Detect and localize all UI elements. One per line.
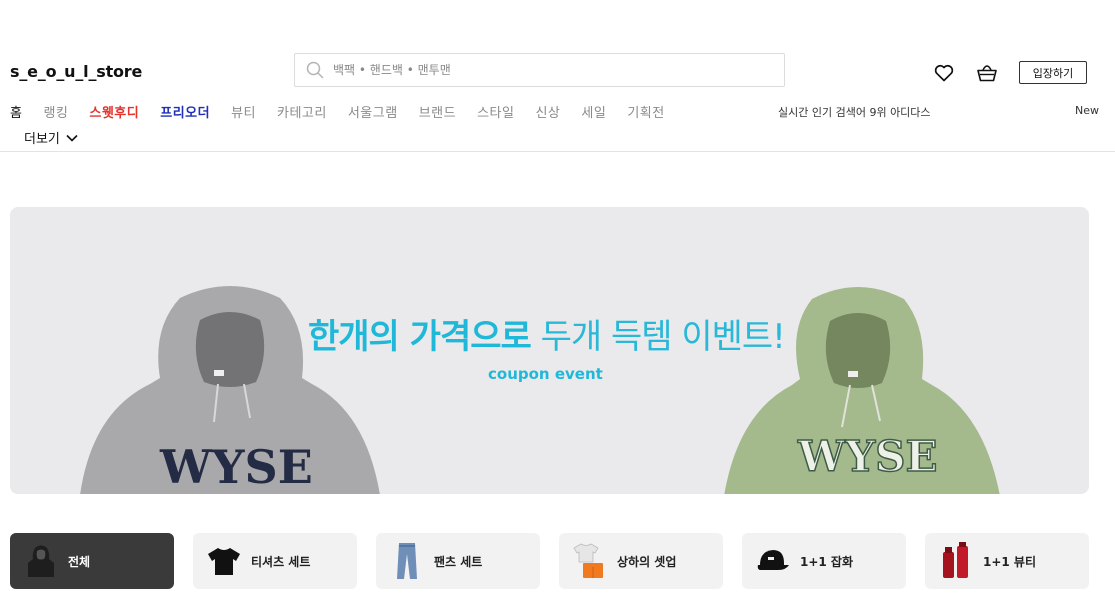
hoodie-print-text: WYSE: [797, 432, 938, 481]
beauty-thumb-icon: [939, 541, 973, 581]
main-nav: 홈 랭킹 스웻후디 프리오더 뷰티 카테고리 서울그램 브랜드 스타일 신상 세…: [10, 102, 686, 121]
category-pants-set-button[interactable]: 팬츠 세트: [376, 533, 540, 589]
nav-item-preorder[interactable]: 프리오더: [160, 102, 210, 121]
nav-item-home[interactable]: 홈: [10, 102, 22, 121]
shopping-bag-icon[interactable]: [974, 60, 1000, 86]
category-filter-row: 전체 티셔츠 세트 팬츠 세트 상하의 셋업 1+1 잡화 1+1 뷰티: [10, 533, 1108, 589]
banner-subtitle: coupon event: [488, 365, 603, 383]
new-link[interactable]: New: [1075, 104, 1099, 117]
nav-item-brand[interactable]: 브랜드: [419, 102, 456, 121]
green-hoodie-image: WYSE: [724, 287, 1000, 494]
realtime-search-ticker[interactable]: 실시간 인기 검색어 9위 아디다스: [778, 104, 931, 120]
hoodie-thumb-icon: [24, 541, 58, 581]
search-input[interactable]: [333, 63, 753, 77]
promo-banner[interactable]: WYSE 한개의 가격으로 두개 득템 이벤트! coupon event WY…: [10, 207, 1089, 494]
category-label: 티셔츠 세트: [251, 554, 311, 569]
category-tshirt-set-button[interactable]: 티셔츠 세트: [193, 533, 357, 589]
category-label: 1+1 뷰티: [983, 554, 1037, 569]
nav-item-beauty[interactable]: 뷰티: [231, 102, 256, 121]
site-header: s_e_o_u_l_store 입장하기 홈 랭킹 스웻후디 프리오더 뷰티 카…: [0, 0, 1115, 152]
nav-item-exhibition[interactable]: 기획전: [627, 102, 664, 121]
more-menu[interactable]: 더보기: [24, 128, 78, 147]
pants-thumb-icon: [390, 541, 424, 581]
nav-item-sweat-hoodie[interactable]: 스웻후디: [89, 102, 139, 121]
category-all-button[interactable]: 전체: [10, 533, 174, 589]
category-label: 상하의 셋업: [617, 554, 677, 569]
category-beauty-button[interactable]: 1+1 뷰티: [925, 533, 1089, 589]
category-label: 1+1 잡화: [800, 554, 854, 569]
chevron-down-icon: [66, 134, 78, 142]
site-logo[interactable]: s_e_o_u_l_store: [10, 62, 142, 81]
nav-item-sale[interactable]: 세일: [581, 102, 606, 121]
tshirt-thumb-icon: [207, 541, 241, 581]
login-button[interactable]: 입장하기: [1019, 61, 1087, 84]
search-bar[interactable]: [294, 53, 785, 87]
nav-item-seoulgram[interactable]: 서울그램: [348, 102, 398, 121]
cap-thumb-icon: [756, 541, 790, 581]
hoodie-print-text: WYSE: [159, 440, 313, 494]
nav-item-ranking[interactable]: 랭킹: [43, 102, 68, 121]
category-label: 전체: [68, 554, 91, 569]
category-setup-button[interactable]: 상하의 셋업: [559, 533, 723, 589]
category-accessory-button[interactable]: 1+1 잡화: [742, 533, 906, 589]
banner-title: 한개의 가격으로 두개 득템 이벤트!: [308, 317, 786, 357]
heart-icon[interactable]: [931, 60, 957, 86]
nav-item-new[interactable]: 신상: [535, 102, 560, 121]
search-icon[interactable]: [297, 54, 333, 86]
more-label: 더보기: [24, 132, 60, 147]
nav-item-category[interactable]: 카테고리: [277, 102, 327, 121]
nav-item-style[interactable]: 스타일: [477, 102, 514, 121]
setup-thumb-icon: [573, 541, 607, 581]
category-label: 팬츠 세트: [434, 554, 483, 569]
